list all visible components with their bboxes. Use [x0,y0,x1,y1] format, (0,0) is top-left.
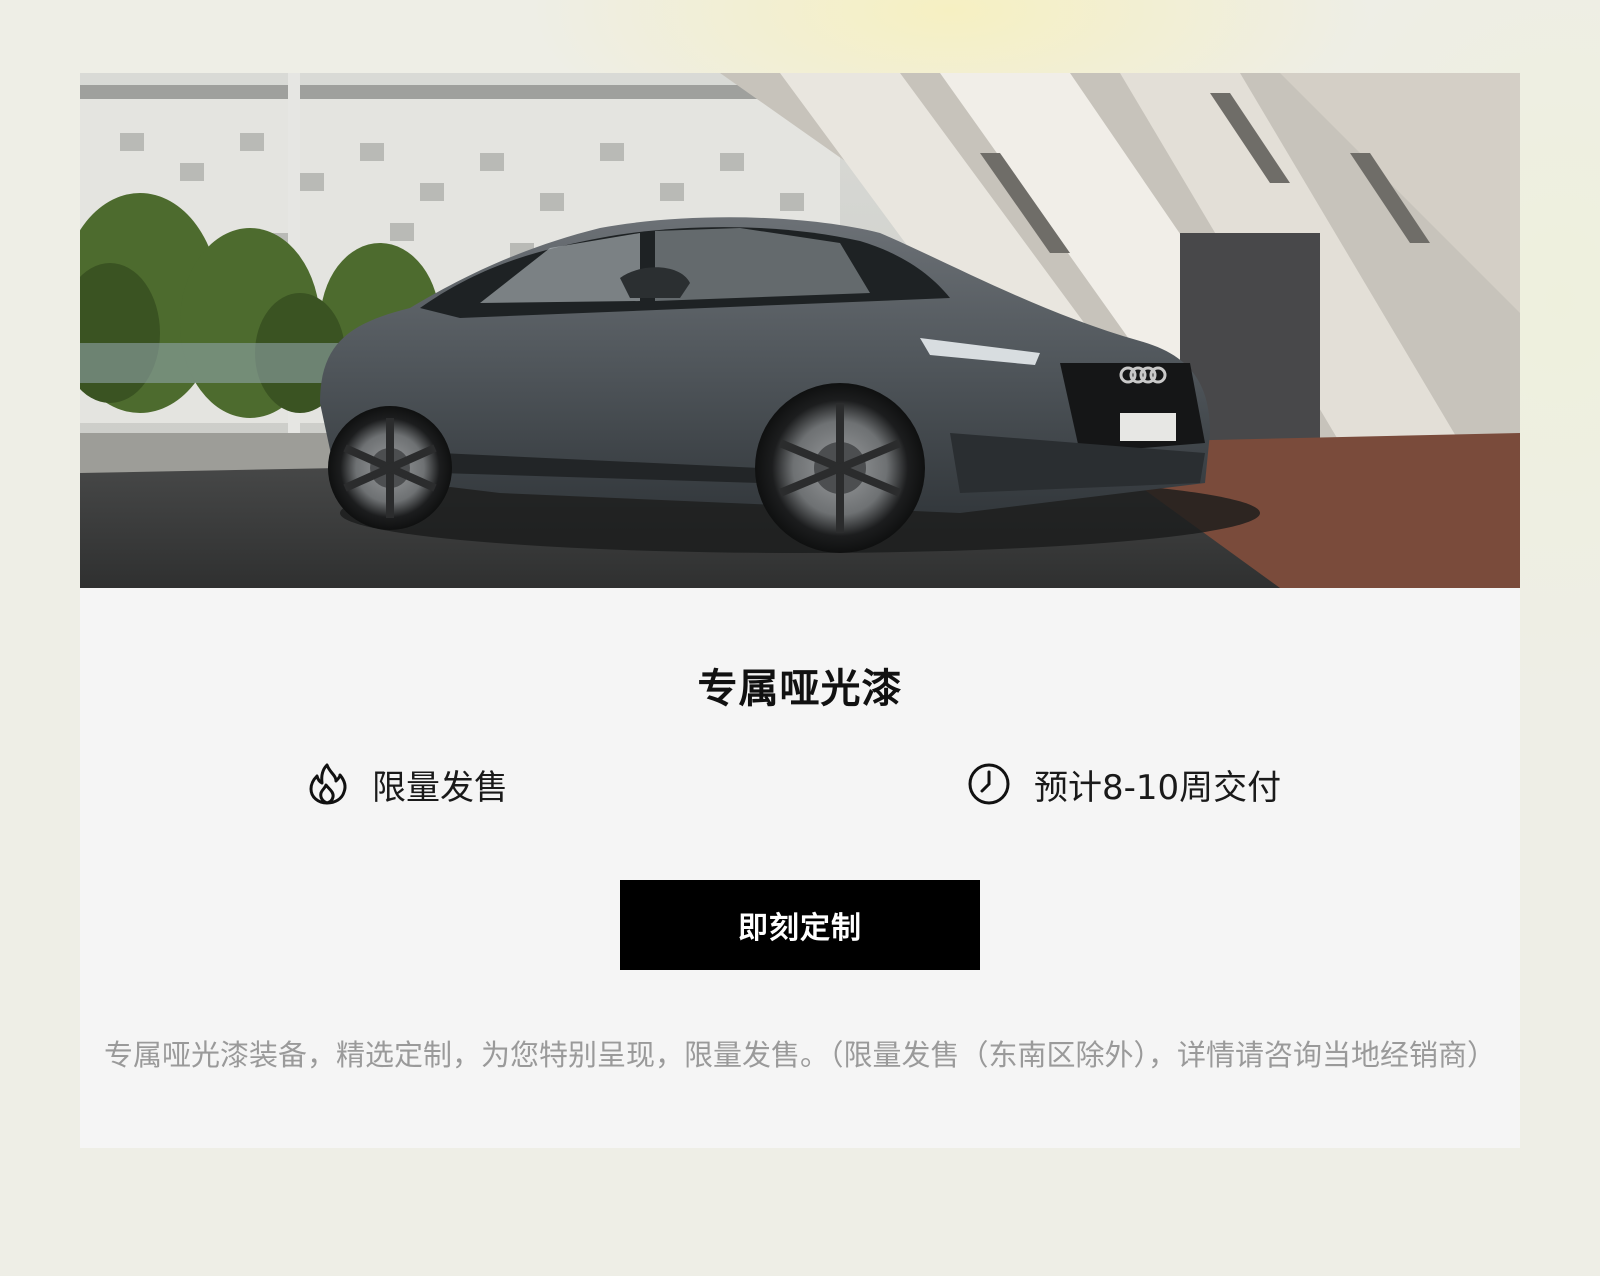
feature-label: 限量发售 [372,767,508,808]
description-text: 专属哑光漆装备，精选定制，为您特别呈现，限量发售。（限量发售（东南区除外），详情… [103,1038,1496,1072]
feature-delivery-time: 预计8-10周交付 [964,756,1281,812]
clock-icon [964,759,1014,809]
car-photo [80,73,1520,588]
promo-card: 专属哑光漆 限量发售 预计8-10周交付 即刻定制 专属哑光漆装备，精选定制，为… [80,73,1520,1148]
feature-limited-sale: 限量发售 [302,756,508,812]
flame-icon [302,759,352,809]
page-title: 专属哑光漆 [697,666,903,712]
customize-now-button[interactable]: 即刻定制 [620,880,980,970]
feature-label: 预计8-10周交付 [1034,767,1282,808]
